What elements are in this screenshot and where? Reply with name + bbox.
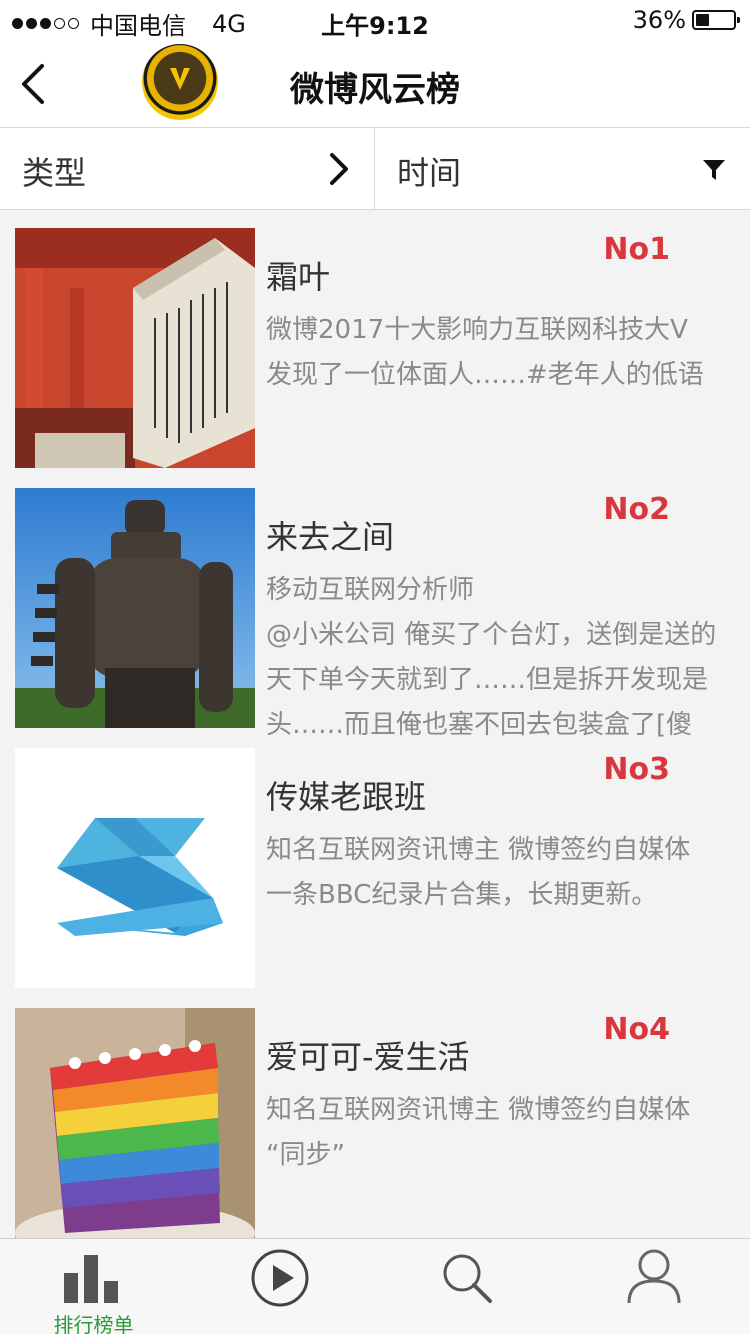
status-bar: 中国电信 4G 上午9:12 36%: [0, 0, 750, 40]
battery-percent: 36%: [632, 6, 686, 34]
item-description: 移动互联网分析师 @小米公司 俺买了个台灯，送倒是送的 天下单今天就到了……但是…: [266, 568, 724, 748]
list-item[interactable]: 传媒老跟班 No3 知名互联网资讯博主 微博签约自媒体 一条BBC纪录片合集，长…: [0, 730, 750, 990]
filter-bar: 类型 时间: [0, 128, 750, 210]
description-line: @小米公司 俺买了个台灯，送倒是送的: [266, 620, 717, 650]
rank-badge: No3: [603, 752, 670, 787]
ranking-list: 霜叶 No1 微博2017十大影响力互联网科技大V 发现了一位体面人……#老年人…: [0, 210, 750, 1250]
description-line: 微博2017十大影响力互联网科技大V: [266, 315, 688, 345]
rank-badge: No4: [603, 1012, 670, 1047]
search-icon: [443, 1254, 492, 1303]
list-item[interactable]: 来去之间 No2 移动互联网分析师 @小米公司 俺买了个台灯，送倒是送的 天下单…: [0, 470, 750, 740]
rank-badge: No1: [603, 232, 670, 267]
description-line: 移动互联网分析师: [266, 575, 475, 605]
page-title: 微博风云榜: [290, 70, 460, 110]
bar-chart-icon: [64, 1255, 118, 1303]
item-thumbnail: [15, 1008, 255, 1248]
item-title: 爱可可-爱生活: [266, 1038, 470, 1076]
tab-ranking-label: 排行榜单: [53, 1313, 134, 1334]
tab-search[interactable]: [374, 1239, 561, 1334]
time-filter[interactable]: 时间: [375, 128, 750, 210]
tab-ranking[interactable]: 排行榜单: [0, 1239, 187, 1334]
chevron-right-icon: [330, 153, 348, 185]
item-description: 微博2017十大影响力互联网科技大V 发现了一位体面人……#老年人的低语: [266, 308, 724, 398]
item-description: 知名互联网资讯博主 微博签约自媒体 一条BBC纪录片合集，长期更新。: [266, 828, 724, 918]
list-item[interactable]: 爱可可-爱生活 No4 知名互联网资讯博主 微博签约自媒体 “同步”: [0, 990, 750, 1250]
rank-badge: No2: [603, 492, 670, 527]
description-line: 一条BBC纪录片合集，长期更新。: [266, 880, 658, 910]
nav-bar: 微博风云榜: [0, 40, 750, 128]
description-line: 知名互联网资讯博主 微博签约自媒体: [266, 1095, 691, 1125]
tab-profile[interactable]: [561, 1239, 748, 1334]
item-thumbnail: [15, 748, 255, 988]
status-right: 36%: [632, 6, 740, 34]
item-title: 来去之间: [266, 518, 395, 556]
description-line: 发现了一位体面人……#老年人的低语: [266, 360, 704, 390]
item-thumbnail: [15, 228, 255, 468]
time-filter-label: 时间: [397, 154, 462, 192]
tab-play[interactable]: [187, 1239, 374, 1334]
description-line: 知名互联网资讯博主 微博签约自媒体: [266, 835, 691, 865]
item-thumbnail: [15, 488, 255, 728]
filter-funnel-icon: [703, 160, 725, 180]
description-line: 天下单今天就到了……但是拆开发现是: [266, 665, 709, 695]
type-filter-label: 类型: [22, 154, 87, 192]
item-title: 传媒老跟班: [266, 778, 427, 816]
battery-icon: [692, 10, 740, 30]
item-title: 霜叶: [266, 258, 331, 296]
tab-bar: 排行榜单: [0, 1238, 750, 1334]
play-icon: [251, 1249, 309, 1307]
type-filter[interactable]: 类型: [0, 128, 375, 210]
list-item[interactable]: 霜叶 No1 微博2017十大影响力互联网科技大V 发现了一位体面人……#老年人…: [0, 210, 750, 470]
user-icon: [627, 1249, 681, 1304]
item-description: 知名互联网资讯博主 微博签约自媒体 “同步”: [266, 1088, 724, 1178]
description-line: “同步”: [266, 1140, 345, 1170]
